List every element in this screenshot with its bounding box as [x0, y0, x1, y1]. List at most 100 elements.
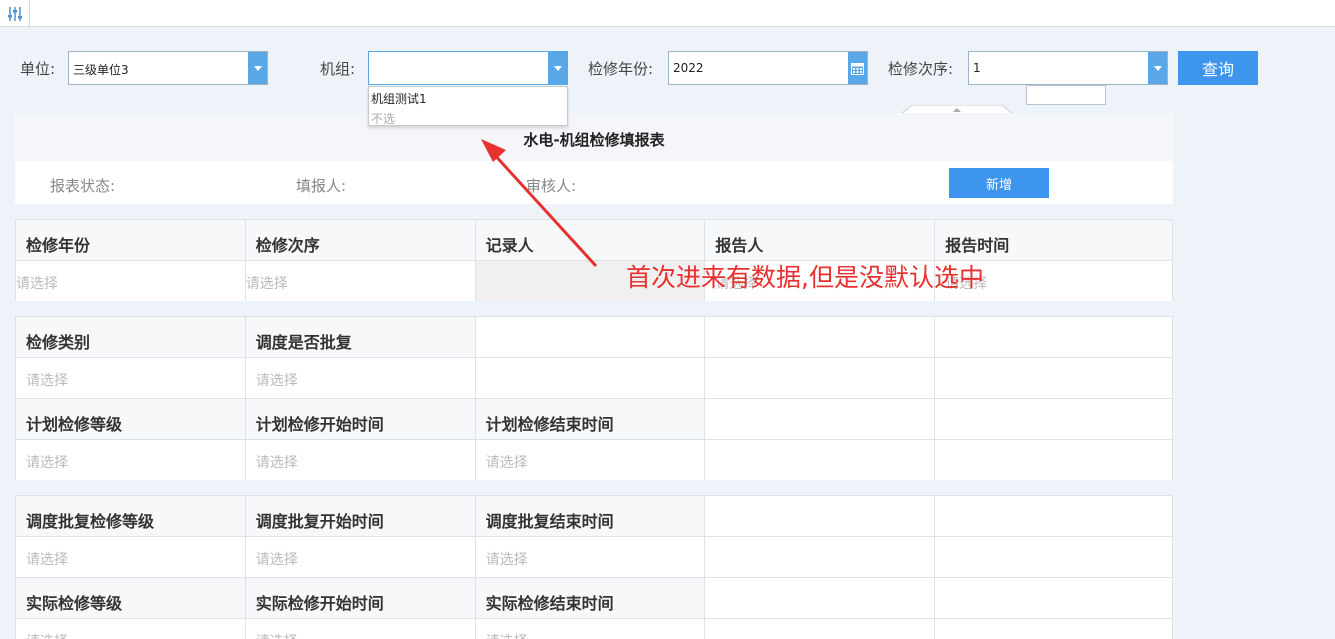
empty-cell [935, 317, 1173, 358]
group-select-dropdown-button[interactable] [548, 52, 567, 84]
header-recorder: 记录人 [485, 236, 534, 255]
group-select[interactable] [368, 51, 568, 85]
header-cell: 调度批复开始时间 [245, 496, 476, 537]
year-field[interactable]: 请选择 [16, 261, 246, 302]
placeholder: 请选择 [255, 552, 298, 568]
placeholder: 请选择 [485, 552, 528, 568]
chevron-down-icon [553, 65, 562, 71]
placeholder: 请选择 [485, 455, 528, 471]
empty-cell [935, 358, 1173, 399]
query-button[interactable]: 查询 [1178, 51, 1258, 85]
table-row: 请选择 请选择 请选择 [16, 537, 1173, 578]
filler-label: 填报人: [296, 177, 347, 195]
empty-cell [935, 619, 1173, 639]
header-cell: 报告人 [705, 220, 936, 261]
add-button[interactable]: 新增 [949, 168, 1049, 198]
grid-actual: 调度批复检修等级 调度批复开始时间 调度批复结束时间 请选择 请选择 请选择 实… [15, 495, 1173, 639]
empty-cell [475, 317, 706, 358]
header-cell: 报告时间 [935, 220, 1173, 261]
dispatch-start-field[interactable]: 请选择 [245, 537, 476, 578]
header-cell: 记录人 [475, 220, 706, 261]
header-order: 检修次序 [255, 236, 320, 255]
header-cell: 调度是否批复 [245, 317, 476, 358]
report-title: 水电-机组检修填报表 [15, 113, 1173, 161]
year-picker-value: 2022 [673, 61, 704, 75]
header-actual-level: 实际检修等级 [26, 594, 123, 613]
header-cell: 实际检修等级 [16, 578, 246, 619]
header-cell: 调度批复结束时间 [475, 496, 706, 537]
placeholder: 请选择 [245, 276, 288, 292]
empty-cell [705, 399, 936, 440]
unit-select-value: 三级单位3 [73, 63, 129, 77]
empty-cell [705, 537, 936, 578]
header-cell: 检修次序 [245, 220, 476, 261]
plan-end-field[interactable]: 请选择 [475, 440, 706, 481]
header-plan-start: 计划检修开始时间 [255, 415, 384, 434]
header-dispatch-start: 调度批复开始时间 [255, 512, 384, 531]
empty-cell [475, 358, 706, 399]
table-row: 请选择 请选择 [16, 358, 1173, 399]
annotation-text: 首次进来有数据,但是没默认选中 [626, 263, 984, 292]
dispatch-level-field[interactable]: 请选择 [16, 537, 246, 578]
settings-sliders-icon[interactable] [0, 0, 30, 27]
header-report-time: 报告时间 [945, 236, 1010, 255]
dispatch-approved-field[interactable]: 请选择 [245, 358, 476, 399]
empty-cell [935, 578, 1173, 619]
actual-start-field[interactable]: 请选择 [246, 619, 476, 639]
grid-plan: 检修类别 调度是否批复 请选择 请选择 计划检修等级 计划检修开始时间 计划检修… [15, 316, 1173, 481]
empty-cell [705, 317, 936, 358]
dropdown-option[interactable]: 机组测试1 [371, 90, 427, 107]
order-select-dropdown-button[interactable] [1148, 52, 1167, 84]
placeholder: 请选择 [255, 373, 298, 389]
table-row: 计划检修等级 计划检修开始时间 计划检修结束时间 [16, 399, 1173, 440]
year-picker[interactable]: 2022 [668, 51, 868, 85]
header-reporter: 报告人 [715, 236, 764, 255]
header-actual-end: 实际检修结束时间 [485, 594, 614, 613]
header-cell: 计划检修结束时间 [475, 399, 706, 440]
plan-level-field[interactable]: 请选择 [16, 440, 246, 481]
table-row: 调度批复检修等级 调度批复开始时间 调度批复结束时间 [16, 496, 1173, 537]
plan-start-field[interactable]: 请选择 [245, 440, 476, 481]
placeholder: 请选择 [26, 373, 68, 389]
header-cell: 实际检修开始时间 [245, 578, 476, 619]
empty-cell [935, 537, 1173, 578]
empty-cell [705, 358, 936, 399]
header-cell: 计划检修开始时间 [245, 399, 476, 440]
header-year: 检修年份 [26, 236, 91, 255]
section-gap [15, 301, 1173, 316]
header-cell: 实际检修结束时间 [475, 578, 706, 619]
empty-cell [935, 496, 1173, 537]
table-row: 请选择 请选择 请选择 请选择 [16, 261, 1173, 302]
unit-select[interactable]: 三级单位3 [68, 51, 268, 85]
placeholder: 请选择 [26, 455, 68, 471]
empty-cell [705, 578, 936, 619]
table-row: 检修类别 调度是否批复 [16, 317, 1173, 358]
header-plan-level: 计划检修等级 [26, 415, 123, 434]
placeholder: 请选择 [16, 276, 58, 292]
table-row: 检修年份 检修次序 记录人 报告人 报告时间 [16, 220, 1173, 261]
year-label: 检修年份: [588, 60, 654, 78]
table-row: 请选择 请选择 请选择 [16, 619, 1173, 639]
order-field[interactable]: 请选择 [245, 261, 476, 302]
empty-cell [935, 399, 1173, 440]
order-popup-box [1026, 85, 1106, 105]
table-row: 实际检修等级 实际检修开始时间 实际检修结束时间 [16, 578, 1173, 619]
category-field[interactable]: 请选择 [16, 358, 246, 399]
dispatch-end-field[interactable]: 请选择 [475, 537, 706, 578]
grid-basic: 检修年份 检修次序 记录人 报告人 报告时间 请选择 请选择 请选择 请选择 [15, 219, 1173, 302]
chevron-down-icon [1153, 65, 1162, 71]
header-plan-end: 计划检修结束时间 [485, 415, 614, 434]
header-cell: 调度批复检修等级 [16, 496, 246, 537]
actual-level-field[interactable]: 请选择 [16, 619, 246, 639]
empty-cell [935, 440, 1173, 481]
year-picker-button[interactable] [848, 52, 867, 84]
order-select[interactable]: 1 [968, 51, 1168, 85]
actual-end-field[interactable]: 请选择 [476, 619, 706, 639]
header-dispatch-end: 调度批复结束时间 [485, 512, 614, 531]
order-select-value: 1 [973, 61, 981, 75]
header-category: 检修类别 [26, 333, 91, 352]
header-cell: 检修年份 [16, 220, 246, 261]
unit-select-dropdown-button[interactable] [248, 52, 267, 84]
dropdown-option[interactable]: 不选 [371, 110, 395, 127]
header-cell: 计划检修等级 [16, 399, 246, 440]
